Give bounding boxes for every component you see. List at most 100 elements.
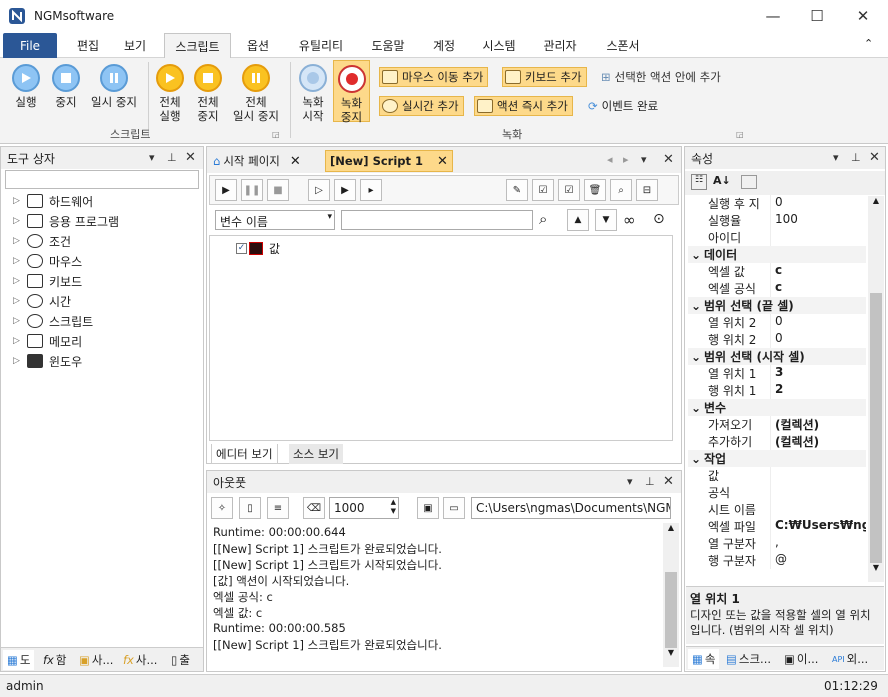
add-keyboard-button[interactable]: 키보드 추가 — [502, 67, 587, 87]
toolbox-item-script[interactable]: ▷ 스크립트 — [13, 311, 93, 331]
tab-account[interactable]: 계정 — [424, 33, 464, 58]
pin-icon[interactable]: ⊥ — [851, 151, 861, 164]
property-value[interactable]: c — [770, 263, 866, 280]
property-value[interactable]: 0 — [770, 314, 866, 331]
pause-icon[interactable]: ❚❚ — [241, 179, 263, 201]
pause-button[interactable]: 일시 중지 — [84, 64, 144, 109]
tab-editor-view[interactable]: 에디터 보기 — [211, 444, 278, 464]
property-value[interactable]: c — [770, 280, 866, 297]
edit-icon[interactable]: ✎ — [506, 179, 528, 201]
property-row[interactable]: 행 위치 1 2 — [704, 382, 866, 399]
new-log-icon[interactable]: ▯ — [239, 497, 261, 519]
run-button[interactable]: 실행 — [6, 64, 46, 109]
property-row[interactable]: 엑셀 파일 C:₩Users₩ngr — [704, 518, 866, 535]
property-row[interactable]: 실행 후 지 0 — [704, 195, 866, 212]
property-row[interactable]: 추가하기 (컬렉션) — [704, 433, 866, 450]
property-value[interactable] — [770, 467, 866, 484]
step-icon[interactable]: ▶ — [334, 179, 356, 201]
tab-view[interactable]: 보기 — [115, 33, 155, 58]
toolbox-search-input[interactable] — [5, 170, 199, 189]
categorized-icon[interactable]: ☷ — [691, 174, 707, 190]
property-value[interactable] — [770, 484, 866, 501]
infinity-icon[interactable]: ∞ — [623, 211, 636, 229]
scrollbar-thumb[interactable] — [870, 293, 882, 563]
collapse-ribbon-icon[interactable]: ⌃ — [864, 37, 873, 50]
stop-button[interactable]: 중지 — [46, 64, 86, 109]
step-into-icon[interactable]: ▸ — [360, 179, 382, 201]
property-value[interactable]: (컬렉션) — [770, 433, 866, 450]
toolbox-item-time[interactable]: ▷ 시간 — [13, 291, 71, 311]
close-icon[interactable]: ✕ — [869, 150, 880, 165]
record-start-button[interactable]: 녹화 시작 — [296, 64, 330, 123]
property-row[interactable]: 행 위치 2 0 — [704, 331, 866, 348]
property-value[interactable] — [770, 229, 866, 246]
eraser-icon[interactable]: ⌫ — [303, 497, 325, 519]
sort-az-icon[interactable]: A↓ — [713, 174, 731, 187]
clean-icon[interactable]: ✧ — [211, 497, 233, 519]
tab-properties[interactable]: ▦ 속 — [688, 649, 720, 669]
close-icon[interactable]: ✕ — [663, 474, 674, 489]
toolbox-item-keyboard[interactable]: ▷ 키보드 — [13, 271, 82, 291]
play-outline-icon[interactable]: ▷ — [308, 179, 330, 201]
move-up-icon[interactable]: ▲ — [567, 209, 589, 231]
folder-icon[interactable]: ▭ — [443, 497, 465, 519]
log-count-stepper[interactable]: 1000 ▲ ▼ — [329, 497, 399, 519]
minimize-button[interactable]: — — [750, 0, 796, 32]
check-all-icon[interactable]: ☑ — [532, 179, 554, 201]
property-row[interactable]: 값 — [704, 467, 866, 484]
property-row[interactable]: 가져오기 (컬렉션) — [704, 416, 866, 433]
property-value[interactable]: @ — [770, 552, 866, 569]
property-value[interactable]: 100 — [770, 212, 866, 229]
properties-scrollbar[interactable]: ▲ ▼ — [868, 196, 884, 582]
tab-user-function[interactable]: fx 사... — [119, 650, 161, 670]
property-row[interactable]: 아이디 — [704, 229, 866, 246]
search-icon[interactable]: ⌕ — [610, 179, 632, 201]
add-in-action-button[interactable]: ⊞ 선택한 액션 안에 추가 — [599, 67, 725, 87]
close-button[interactable]: ✕ — [840, 0, 886, 32]
property-row[interactable]: 실행율 100 — [704, 212, 866, 229]
property-category[interactable]: ⌄ 작업 — [688, 450, 866, 467]
scroll-up-icon[interactable]: ▲ — [663, 523, 679, 532]
hierarchy-icon[interactable]: ⊟ — [636, 179, 658, 201]
property-category[interactable]: ⌄ 변수 — [688, 399, 866, 416]
property-row[interactable]: 시트 이름 — [704, 501, 866, 518]
tab-image[interactable]: ▣ 이... — [780, 649, 822, 669]
output-scrollbar[interactable]: ▲ ▼ — [663, 523, 679, 667]
event-complete-button[interactable]: ⟳ 이벤트 완료 — [586, 96, 662, 116]
property-pages-icon[interactable] — [741, 175, 757, 189]
search-icon[interactable]: ⌕ — [539, 210, 547, 228]
property-row[interactable]: 공식 — [704, 484, 866, 501]
chevron-down-icon[interactable]: ⌄ — [688, 248, 704, 262]
toolbox-item-hardware[interactable]: ▷ 하드웨어 — [13, 191, 93, 211]
tab-admin[interactable]: 관리자 — [533, 33, 587, 58]
tab-toolbox[interactable]: ▦ 도 — [3, 650, 35, 670]
tab-function[interactable]: fx 함 — [39, 650, 70, 670]
list-icon[interactable]: ≡ — [267, 497, 289, 519]
toolbox-item-condition[interactable]: ▷ 조건 — [13, 231, 71, 251]
maximize-button[interactable]: ☐ — [794, 0, 840, 32]
save-icon[interactable]: ▣ — [417, 497, 439, 519]
tab-file[interactable]: File — [3, 33, 57, 58]
delete-icon[interactable]: 🗑 — [584, 179, 606, 201]
close-icon[interactable]: ✕ — [185, 150, 196, 165]
dropdown-icon[interactable]: ▾ — [627, 475, 633, 488]
add-mouse-move-button[interactable]: 마우스 이동 추가 — [379, 67, 489, 87]
move-down-icon[interactable]: ▼ — [595, 209, 617, 231]
dropdown-icon[interactable]: ▾ — [833, 151, 839, 164]
tab-output[interactable]: ▯ 출 — [167, 650, 194, 670]
dropdown-icon[interactable]: ▾ — [149, 151, 155, 164]
tab-user[interactable]: ▣ 사... — [75, 650, 117, 670]
property-value[interactable]: , — [770, 535, 866, 552]
scroll-right-icon[interactable]: ▸ — [623, 153, 629, 166]
property-row[interactable]: 열 위치 2 0 — [704, 314, 866, 331]
log-path-input[interactable]: C:\Users\ngmas\Documents\NGM6\ — [471, 497, 671, 519]
property-value[interactable]: 0 — [770, 331, 866, 348]
more-icon[interactable]: ⊙ — [653, 211, 665, 227]
record-stop-button[interactable]: 녹화 중지 — [333, 60, 370, 124]
toolbox-item-application[interactable]: ▷ 응용 프로그램 — [13, 211, 119, 231]
scroll-up-icon[interactable]: ▲ — [868, 196, 884, 205]
close-icon[interactable]: ✕ — [663, 152, 674, 167]
chevron-down-icon[interactable]: ⌄ — [688, 401, 704, 415]
property-row[interactable]: 열 위치 1 3 — [704, 365, 866, 382]
variable-search-input[interactable] — [341, 210, 533, 230]
